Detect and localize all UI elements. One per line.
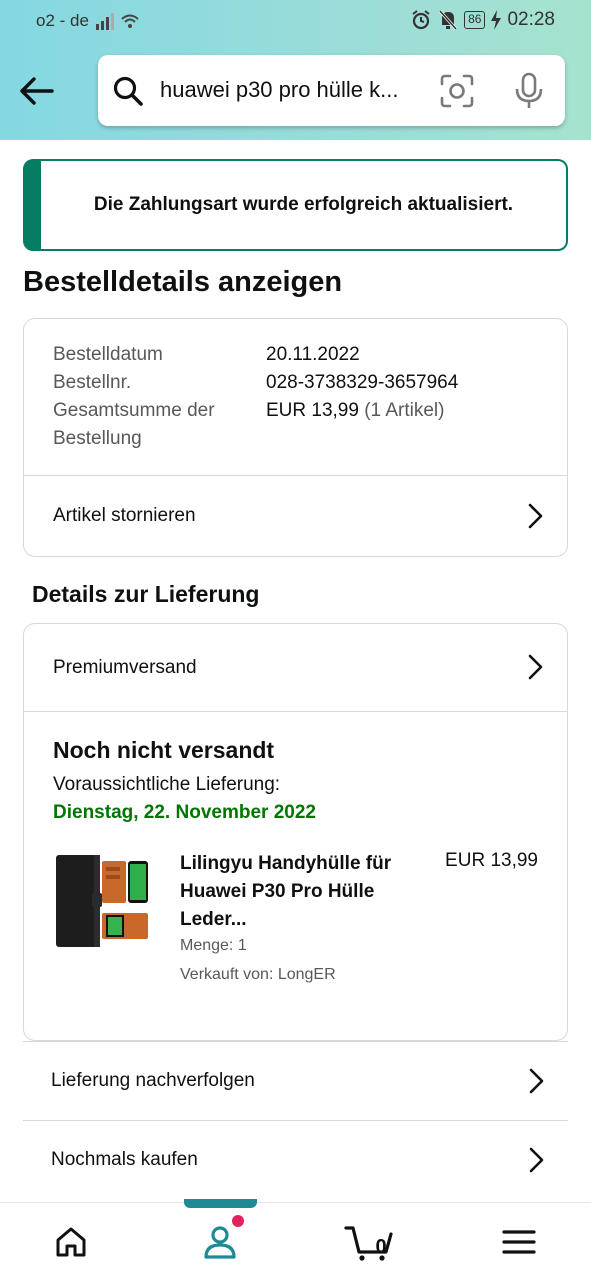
hamburger-menu-icon [502, 1230, 536, 1254]
nav-account[interactable] [170, 1203, 270, 1280]
battery-indicator: 86 [464, 11, 486, 29]
notification-dot [232, 1215, 244, 1227]
chevron-right-icon [529, 1147, 544, 1173]
product-seller: Verkauft von: LongER [180, 966, 336, 983]
nav-home[interactable] [21, 1203, 121, 1280]
product-price: EUR 13,99 [445, 850, 538, 871]
search-icon [113, 76, 143, 106]
order-total-label: Gesamtsumme der Bestellung [53, 397, 266, 453]
buy-again-label: Nochmals kaufen [51, 1149, 198, 1170]
order-total-label-line2: Bestellung [53, 428, 142, 449]
camera-scan-icon[interactable] [440, 74, 474, 108]
search-input[interactable]: huawei p30 pro hülle k... [160, 77, 425, 103]
cancel-items-label: Artikel stornieren [53, 505, 196, 526]
order-total-label-line1: Gesamtsumme der [53, 400, 215, 421]
cart-icon-wrap: 0 [344, 1222, 394, 1262]
order-number-value: 028-3738329-3657964 [266, 372, 459, 393]
chevron-right-icon [529, 1068, 544, 1094]
app-header: o2 - de 86 02:28 huawei p30 pro hülle k.… [0, 0, 591, 140]
order-total-amount: EUR 13,99 [266, 400, 359, 421]
page-title: Bestelldetails anzeigen [23, 266, 343, 298]
delivery-section-title: Details zur Lieferung [32, 581, 260, 607]
shipping-option-label: Premiumversand [53, 656, 197, 678]
divider [24, 711, 567, 712]
back-arrow-icon[interactable] [18, 72, 56, 110]
charging-icon [491, 10, 502, 30]
chevron-right-icon [528, 503, 543, 529]
order-item-count: (1 Artikel) [364, 400, 445, 421]
order-info: Bestelldatum 20.11.2022 Bestellnr. 028-3… [53, 341, 458, 453]
buy-again-link[interactable]: Nochmals kaufen [23, 1120, 568, 1199]
microphone-icon[interactable] [512, 72, 546, 110]
nav-menu[interactable] [469, 1203, 569, 1280]
estimated-delivery-date: Dienstag, 22. November 2022 [53, 802, 316, 823]
delivery-card: Premiumversand Noch nicht versandt Vorau… [23, 623, 568, 1041]
bell-muted-icon [438, 10, 458, 30]
nav-cart[interactable]: 0 [319, 1203, 419, 1280]
order-date-label: Bestelldatum [53, 344, 163, 365]
signal-wifi-icon [96, 13, 139, 30]
status-right: 86 02:28 [410, 9, 555, 31]
bottom-navigation: 0 [0, 1202, 591, 1280]
cancel-items-link[interactable]: Artikel stornieren [24, 476, 567, 556]
order-summary-card: Bestelldatum 20.11.2022 Bestellnr. 028-3… [23, 318, 568, 557]
order-date-value: 20.11.2022 [266, 344, 360, 365]
estimated-delivery-label: Voraussichtliche Lieferung: [53, 774, 281, 795]
order-total-value: EUR 13,99 (1 Artikel) [266, 397, 444, 453]
order-date-row: Bestelldatum 20.11.2022 [53, 341, 458, 369]
order-number-label: Bestellnr. [53, 372, 132, 393]
shipment-status: Noch nicht versandt [53, 737, 275, 763]
search-bar[interactable]: huawei p30 pro hülle k... [98, 55, 565, 126]
alert-message: Die Zahlungsart wurde erfolgreich aktual… [93, 194, 514, 215]
order-total-row: Gesamtsumme der Bestellung EUR 13,99 (1 … [53, 397, 458, 453]
product-quantity: Menge: 1 [180, 937, 247, 954]
nav-active-indicator [184, 1199, 257, 1208]
user-icon [204, 1226, 236, 1259]
track-package-link[interactable]: Lieferung nachverfolgen [23, 1041, 568, 1120]
status-bar: o2 - de 86 02:28 [0, 0, 591, 42]
product-title-link[interactable]: Lilingyu Handyhülle für Huawei P30 Pro H… [180, 850, 400, 934]
chevron-right-icon [528, 654, 543, 680]
home-icon [56, 1227, 86, 1257]
product-image[interactable] [54, 853, 154, 949]
alarm-icon [412, 10, 430, 30]
carrier-label: o2 - de [36, 11, 89, 30]
clock: 02:28 [507, 9, 555, 30]
shipping-option-link[interactable]: Premiumversand [24, 624, 567, 711]
cart-count: 0 [375, 1236, 387, 1258]
success-alert: Die Zahlungsart wurde erfolgreich aktual… [23, 159, 568, 251]
order-number-row: Bestellnr. 028-3738329-3657964 [53, 369, 458, 397]
track-package-label: Lieferung nachverfolgen [51, 1070, 255, 1091]
